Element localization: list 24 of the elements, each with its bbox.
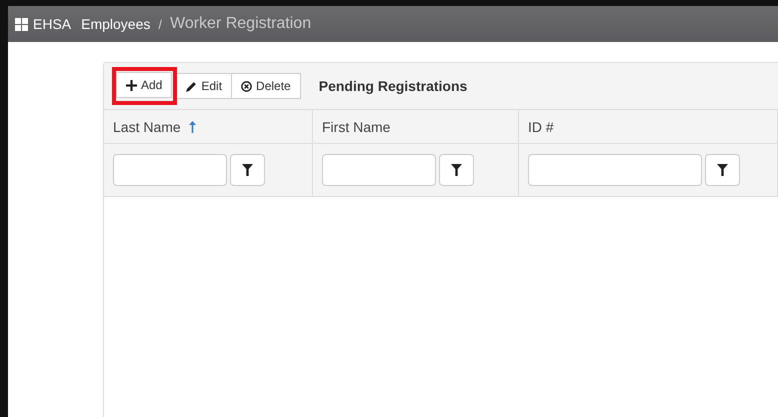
breadcrumb-separator: / bbox=[158, 16, 162, 32]
filter-icon bbox=[451, 164, 462, 176]
plus-icon bbox=[126, 80, 137, 90]
column-label: Last Name bbox=[113, 118, 181, 134]
brand-name[interactable]: EHSA bbox=[33, 16, 72, 32]
edit-button[interactable]: Edit bbox=[176, 73, 232, 99]
grid-icon bbox=[15, 18, 28, 30]
filter-field[interactable] bbox=[528, 154, 702, 186]
filter-icon bbox=[242, 164, 253, 176]
breadcrumb-item: Worker Registration bbox=[170, 15, 312, 33]
column-label: ID # bbox=[528, 118, 554, 134]
delete-button[interactable]: Delete bbox=[231, 73, 301, 99]
breadcrumb-item[interactable]: Employees bbox=[81, 16, 150, 32]
filter-button[interactable] bbox=[705, 154, 740, 186]
filter-button[interactable] bbox=[439, 154, 474, 186]
filter-field[interactable] bbox=[113, 154, 227, 186]
add-button[interactable]: Add bbox=[116, 72, 172, 98]
column-label: First Name bbox=[322, 118, 390, 134]
pencil-icon bbox=[186, 80, 198, 92]
filter-field[interactable] bbox=[322, 154, 436, 186]
filter-icon bbox=[717, 164, 728, 176]
close-icon bbox=[241, 80, 252, 92]
grid-title: Pending Registrations bbox=[318, 78, 468, 94]
filter-button[interactable] bbox=[230, 154, 265, 186]
